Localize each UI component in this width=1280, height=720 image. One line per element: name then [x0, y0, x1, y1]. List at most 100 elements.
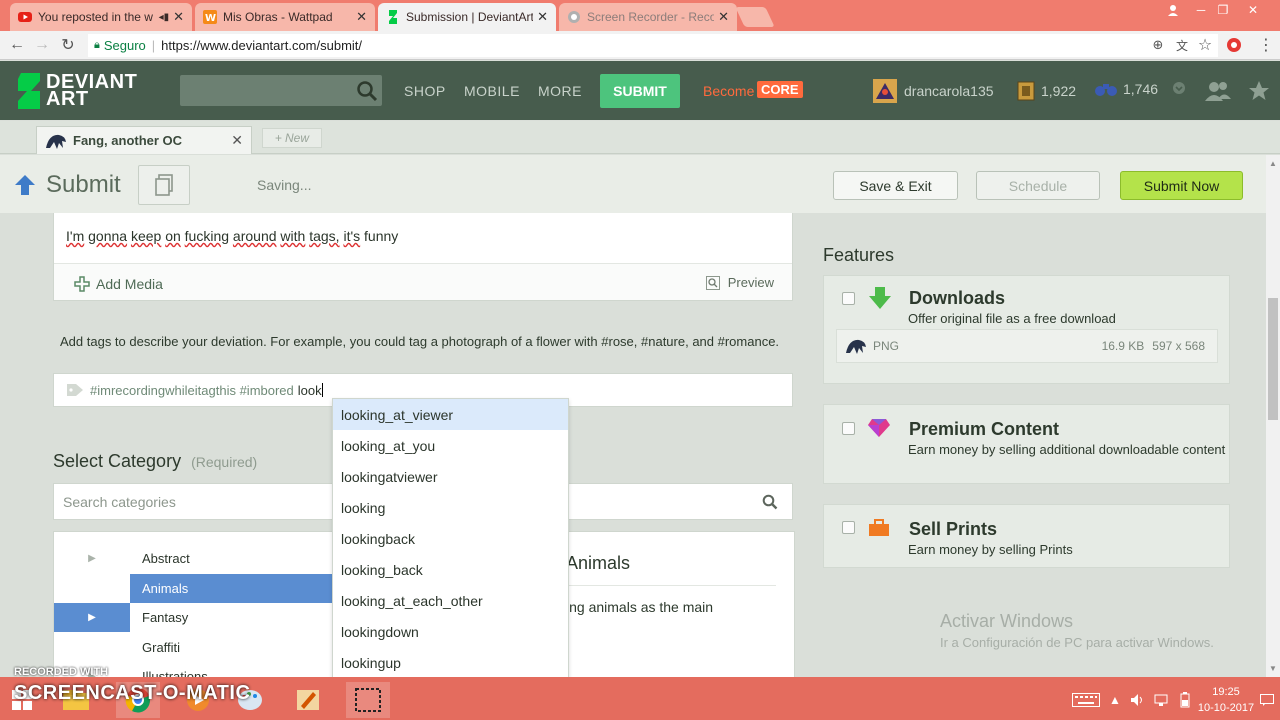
close-tab-icon[interactable]: ✕ — [231, 132, 243, 149]
scrollbar-thumb[interactable] — [1268, 298, 1278, 420]
keyboard-icon[interactable] — [1066, 682, 1106, 718]
submission-form: I'm gonna keep on fucking around with ta… — [0, 213, 1268, 677]
lock-icon: 🔒︎ — [94, 39, 100, 51]
friends-icon[interactable] — [1204, 81, 1232, 101]
network-icon[interactable] — [1150, 682, 1172, 718]
battery-icon[interactable] — [1174, 682, 1196, 718]
binoculars-icon — [1095, 84, 1117, 96]
browser-tab-screencast[interactable]: Screen Recorder - Recor ✕ — [559, 3, 737, 31]
close-tab-icon[interactable]: ✕ — [356, 9, 367, 25]
recording-frame-icon — [355, 688, 381, 712]
add-media-button[interactable]: Add Media — [74, 276, 163, 292]
category-item[interactable]: ▶ Abstract — [54, 544, 190, 573]
reload-icon[interactable]: ↻ — [58, 35, 78, 55]
download-arrow-icon — [869, 287, 891, 309]
category-item-selected[interactable]: Animals — [130, 574, 333, 603]
bookmark-star-icon[interactable]: ☆ — [1195, 35, 1215, 55]
select-category-heading: Select Category (Required) — [53, 451, 258, 471]
submit-now-button[interactable]: Submit Now — [1120, 171, 1243, 200]
svg-text:W: W — [205, 13, 216, 24]
expand-arrow-icon[interactable]: ▶ — [54, 553, 130, 564]
deviantart-header: DEVIANT ART SHOP MOBILE MORE SUBMIT Beco… — [0, 61, 1280, 120]
suggestion-item[interactable]: looking_at_each_other — [333, 585, 568, 616]
saving-status: Saving... — [257, 177, 312, 193]
deviantart-logo[interactable]: DEVIANT ART — [16, 72, 137, 109]
extension-icon[interactable] — [1224, 35, 1244, 55]
preview-button[interactable]: Preview — [705, 275, 774, 290]
tray-expand-icon[interactable]: ▲ — [1104, 682, 1126, 718]
new-tab-button[interactable] — [735, 7, 775, 27]
screen-recorder-button[interactable] — [346, 682, 390, 718]
user-menu[interactable]: drancarola135 — [873, 79, 994, 103]
category-item[interactable]: ▶ Fantasy — [54, 603, 333, 632]
url-field[interactable]: 🔒︎ Seguro | https://www.deviantart.com/s… — [88, 34, 1218, 57]
suggestion-item[interactable]: lookingup — [333, 647, 568, 677]
tags-help-text: Add tags to describe your deviation. For… — [60, 334, 780, 349]
suggestion-item[interactable]: looking_back — [333, 554, 568, 585]
youtube-icon — [18, 12, 32, 22]
suggestion-item[interactable]: looking_at_you — [333, 430, 568, 461]
deviation-tab-active[interactable]: Fang, another OC ✕ — [36, 126, 252, 154]
premium-content-checkbox[interactable] — [842, 422, 855, 435]
points-counter[interactable]: 1,922 — [1017, 81, 1076, 101]
scroll-up-icon[interactable]: ▲ — [1269, 159, 1277, 168]
chevron-down-icon[interactable] — [1172, 81, 1186, 95]
browser-tab-deviantart[interactable]: Submission | DeviantArt ✕ — [378, 3, 556, 31]
address-bar: ← → ↻ 🔒︎ Seguro | https://www.deviantart… — [0, 31, 1280, 60]
drafts-button[interactable] — [138, 165, 190, 205]
suggestion-item[interactable]: lookingdown — [333, 616, 568, 647]
deviantart-icon — [389, 10, 397, 24]
feature-sell-prints: Sell Prints Earn money by selling Prints — [823, 504, 1230, 568]
deviantart-logo-icon — [18, 73, 40, 109]
expand-arrow-icon[interactable]: ▶ — [54, 603, 130, 632]
header-submit-button[interactable]: SUBMIT — [600, 74, 680, 108]
menu-dots-icon[interactable]: ⋮ — [1256, 35, 1276, 55]
downloads-checkbox[interactable] — [842, 292, 855, 305]
editor-app-button[interactable] — [286, 682, 330, 718]
suggestion-item[interactable]: looking_at_viewer — [333, 399, 568, 430]
site-search-input[interactable] — [180, 75, 382, 106]
back-icon[interactable]: ← — [7, 35, 27, 55]
volume-icon[interactable] — [1126, 682, 1148, 718]
nav-mobile[interactable]: MOBILE — [464, 83, 520, 99]
search-icon[interactable] — [762, 494, 778, 510]
notifications-icon[interactable] — [1256, 682, 1278, 718]
nav-more[interactable]: MORE — [538, 83, 582, 99]
browser-tab-youtube[interactable]: You reposted in the w ◂▮ ✕ — [10, 3, 192, 31]
new-deviation-button[interactable]: + New — [262, 128, 322, 148]
description-text[interactable]: I'm gonna keep on fucking around with ta… — [66, 228, 398, 244]
close-tab-icon[interactable]: ✕ — [718, 9, 729, 25]
user-profile-icon[interactable] — [1160, 0, 1186, 20]
upload-arrow-icon — [15, 175, 35, 195]
page-scrollbar[interactable]: ▲ ▼ — [1266, 155, 1280, 677]
existing-tags: #imrecordingwhileitagthis #imbored — [90, 382, 294, 398]
add-media-icon — [74, 276, 90, 292]
close-tab-icon[interactable]: ✕ — [173, 9, 184, 25]
tag-suggestions-dropdown: looking_at_viewer looking_at_you looking… — [332, 398, 569, 677]
close-window-icon[interactable]: ✕ — [1240, 0, 1266, 20]
become-core-link[interactable]: Become — [703, 83, 754, 99]
sell-prints-checkbox[interactable] — [842, 521, 855, 534]
suggestion-item[interactable]: lookingatviewer — [333, 461, 568, 492]
core-badge[interactable]: CORE — [757, 81, 803, 98]
save-exit-button[interactable]: Save & Exit — [833, 171, 958, 200]
search-icon[interactable] — [356, 80, 378, 102]
description-editor[interactable]: I'm gonna keep on fucking around with ta… — [53, 213, 793, 301]
nav-shop[interactable]: SHOP — [404, 83, 446, 99]
watchers-counter[interactable]: 1,746 — [1095, 81, 1158, 97]
restore-icon[interactable]: ❐ — [1210, 0, 1236, 20]
schedule-button[interactable]: Schedule — [976, 171, 1100, 200]
suggestion-item[interactable]: lookingback — [333, 523, 568, 554]
forward-icon[interactable]: → — [32, 35, 52, 55]
suggestion-item[interactable]: looking — [333, 492, 568, 523]
speaker-icon: ◂▮ — [158, 11, 170, 23]
scroll-down-icon[interactable]: ▼ — [1269, 664, 1277, 673]
translate-icon[interactable]: 文 — [1172, 35, 1192, 55]
browser-tab-wattpad[interactable]: W Mis Obras - Wattpad ✕ — [195, 3, 375, 31]
system-clock[interactable]: 19:25 10-10-2017 — [1196, 684, 1256, 716]
typed-tag: look — [297, 382, 322, 398]
close-tab-icon[interactable]: ✕ — [537, 9, 548, 25]
category-item[interactable]: Graffiti — [54, 633, 180, 662]
zoom-icon[interactable]: ⊕ — [1148, 35, 1168, 55]
favourites-star-icon[interactable] — [1248, 81, 1270, 101]
